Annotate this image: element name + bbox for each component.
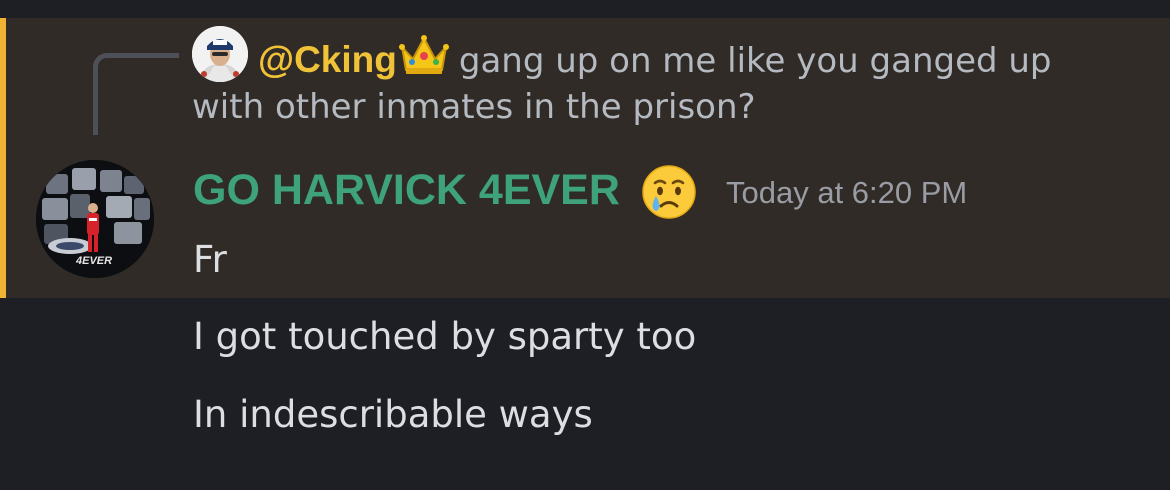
author-avatar[interactable]: 4EVER bbox=[36, 160, 154, 278]
message-line: Fr bbox=[193, 238, 227, 281]
reply-spine bbox=[93, 53, 179, 135]
message-line: I got touched by sparty too bbox=[193, 315, 697, 358]
author-name[interactable]: GO HARVICK 4EVER bbox=[193, 164, 620, 216]
reply-avatar[interactable] bbox=[192, 26, 248, 82]
reply-username[interactable]: @Cking bbox=[258, 39, 397, 80]
avatar-text: 4EVER bbox=[75, 255, 112, 267]
author-avatar-image: 4EVER bbox=[36, 160, 154, 278]
crying-face-emoji-icon bbox=[641, 164, 697, 220]
reply-preview-line2[interactable]: with other inmates in the prison? bbox=[192, 84, 756, 130]
reply-avatar-image bbox=[192, 26, 248, 82]
top-strip bbox=[0, 0, 1170, 18]
reply-preview-text: gang up on me like you ganged up bbox=[458, 41, 1052, 81]
crown-emoji-icon bbox=[398, 32, 449, 88]
mention-highlight-bar bbox=[0, 18, 6, 298]
message-line: In indescribable ways bbox=[193, 393, 593, 436]
message-timestamp[interactable]: Today at 6:20 PM bbox=[726, 173, 967, 213]
reply-preview-line1[interactable]: @Cking gang up on me like you ganged up bbox=[258, 32, 1052, 88]
